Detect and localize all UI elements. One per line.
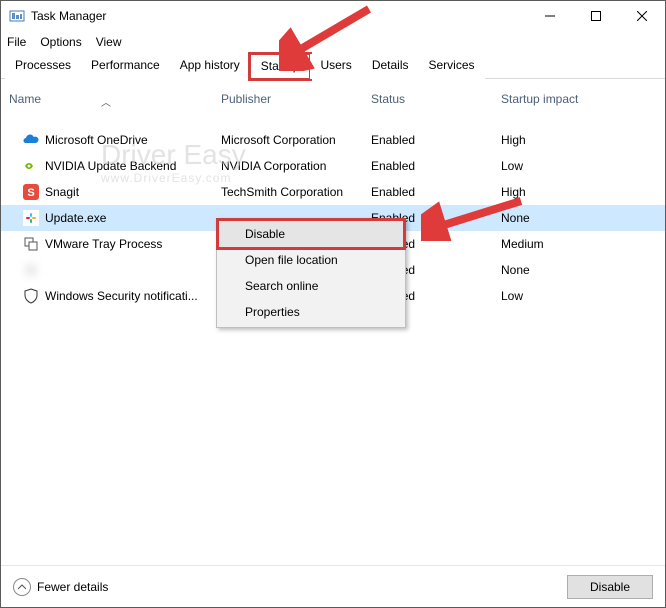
- tab-performance[interactable]: Performance: [81, 54, 170, 79]
- tab-startup[interactable]: Startup: [250, 54, 311, 79]
- nvidia-icon: [23, 158, 39, 174]
- row-status: Enabled: [371, 185, 501, 199]
- title-bar: Task Manager: [1, 1, 665, 31]
- shield-icon: [23, 288, 39, 304]
- fewer-details-button[interactable]: Fewer details: [13, 578, 108, 596]
- row-publisher: Microsoft Corporation: [221, 133, 371, 147]
- onedrive-icon: [23, 132, 39, 148]
- menu-bar: File Options View: [1, 31, 665, 53]
- row-name: Snagit: [45, 185, 79, 199]
- tab-services[interactable]: Services: [419, 54, 485, 79]
- vmware-icon: [23, 236, 39, 252]
- column-name[interactable]: Name ︿: [1, 92, 221, 106]
- snagit-icon: S: [23, 184, 39, 200]
- tab-details[interactable]: Details: [362, 54, 419, 79]
- row-impact: Medium: [501, 237, 665, 251]
- context-open-location[interactable]: Open file location: [219, 247, 403, 273]
- row-name: Update.exe: [45, 211, 106, 225]
- tab-processes[interactable]: Processes: [5, 54, 81, 79]
- menu-file[interactable]: File: [7, 35, 26, 49]
- row-impact: None: [501, 263, 665, 277]
- row-impact: Low: [501, 289, 665, 303]
- column-name-label: Name: [9, 92, 41, 106]
- svg-text:S: S: [27, 187, 34, 199]
- tab-bar: Processes Performance App history Startu…: [1, 53, 665, 79]
- row-publisher: TechSmith Corporation: [221, 185, 371, 199]
- chevron-up-icon: [13, 578, 31, 596]
- context-search-online[interactable]: Search online: [219, 273, 403, 299]
- table-row[interactable]: Microsoft OneDrive Microsoft CorporationE…: [1, 127, 665, 153]
- row-impact: High: [501, 185, 665, 199]
- column-headers: Name ︿ Publisher Status Startup impact: [1, 79, 665, 109]
- maximize-button[interactable]: [573, 1, 619, 31]
- table-row[interactable]: S Snagit TechSmith CorporationEnabledHigh: [1, 179, 665, 205]
- column-publisher[interactable]: Publisher: [221, 92, 371, 106]
- fewer-details-label: Fewer details: [37, 580, 108, 594]
- context-properties[interactable]: Properties: [219, 299, 403, 325]
- menu-options[interactable]: Options: [40, 35, 81, 49]
- row-name: NVIDIA Update Backend: [45, 159, 176, 173]
- app-icon: [9, 8, 25, 24]
- context-menu: Disable Open file location Search online…: [216, 218, 406, 328]
- slack-icon: [23, 210, 39, 226]
- tab-users[interactable]: Users: [310, 54, 361, 79]
- row-publisher: NVIDIA Corporation: [221, 159, 371, 173]
- disable-button[interactable]: Disable: [567, 575, 653, 599]
- row-status: Enabled: [371, 133, 501, 147]
- menu-view[interactable]: View: [96, 35, 122, 49]
- column-status[interactable]: Status: [371, 92, 501, 106]
- table-row[interactable]: NVIDIA Update Backend NVIDIA CorporationE…: [1, 153, 665, 179]
- blank-icon: [23, 262, 39, 278]
- context-disable[interactable]: Disable: [216, 218, 406, 250]
- window-title: Task Manager: [31, 9, 106, 23]
- row-status: Enabled: [371, 159, 501, 173]
- row-impact: Low: [501, 159, 665, 173]
- tab-app-history[interactable]: App history: [170, 54, 250, 79]
- row-name: VMware Tray Process: [45, 237, 162, 251]
- row-name: Windows Security notificati...: [45, 289, 198, 303]
- row-impact: None: [501, 211, 665, 225]
- row-name: Microsoft OneDrive: [45, 133, 148, 147]
- footer: Fewer details Disable: [1, 565, 665, 607]
- minimize-button[interactable]: [527, 1, 573, 31]
- column-impact[interactable]: Startup impact: [501, 92, 665, 106]
- sort-indicator-icon: ︿: [101, 94, 111, 109]
- close-button[interactable]: [619, 1, 665, 31]
- row-impact: High: [501, 133, 665, 147]
